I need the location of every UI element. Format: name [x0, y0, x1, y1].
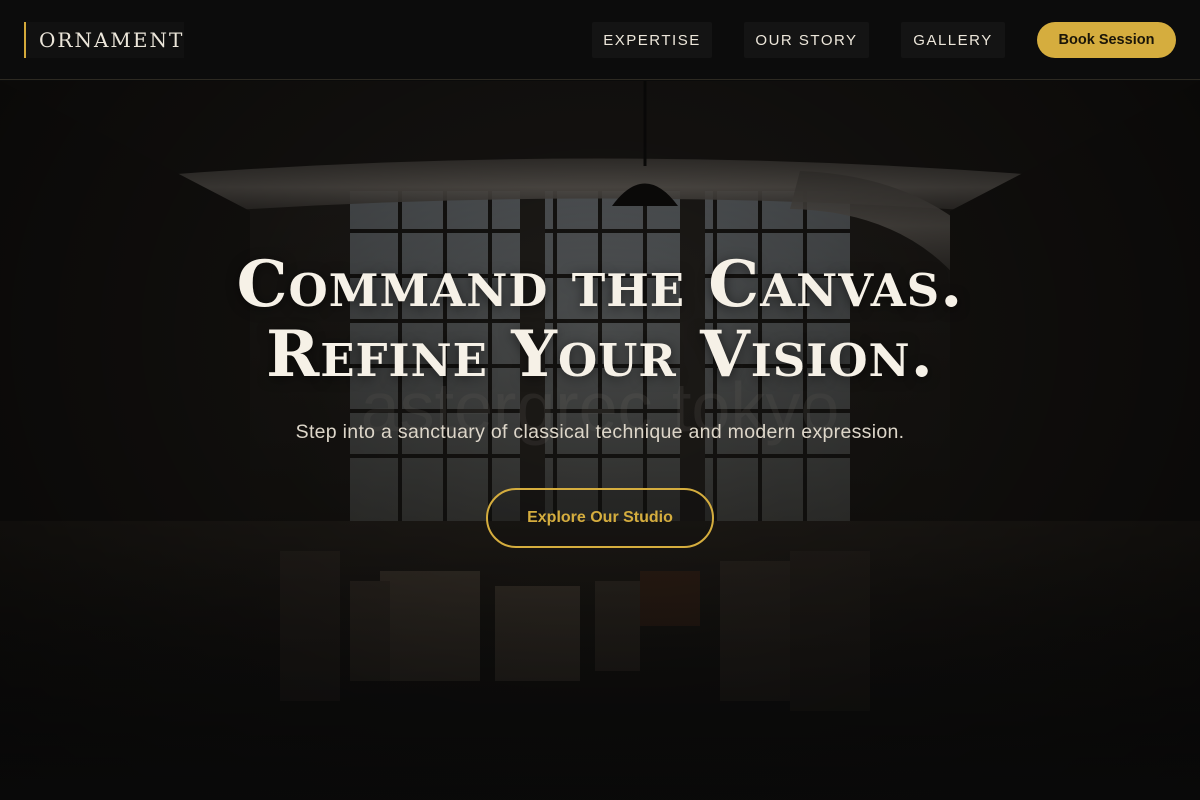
site-header: ORNAMENT EXPERTISE OUR STORY GALLERY Boo…	[0, 0, 1200, 80]
nav-item-gallery[interactable]: GALLERY	[901, 22, 1005, 58]
nav-item-our-story[interactable]: OUR STORY	[744, 22, 869, 58]
hero-bottom-fade	[0, 540, 1200, 800]
brand-logo[interactable]: ORNAMENT	[24, 22, 184, 58]
hero-headline-line-1: Command the Canvas.	[236, 247, 964, 322]
hero-section: astergrec tokyo Command the Canvas. Refi…	[0, 81, 1200, 800]
brand-name: ORNAMENT	[39, 28, 185, 52]
nav-item-expertise[interactable]: EXPERTISE	[592, 22, 712, 58]
hero-headline-line-2: Refine Your Vision.	[266, 317, 934, 392]
book-session-button[interactable]: Book Session	[1037, 22, 1176, 58]
explore-studio-button[interactable]: Explore Our Studio	[486, 488, 714, 548]
hero-subheadline: Step into a sanctuary of classical techn…	[295, 421, 905, 443]
